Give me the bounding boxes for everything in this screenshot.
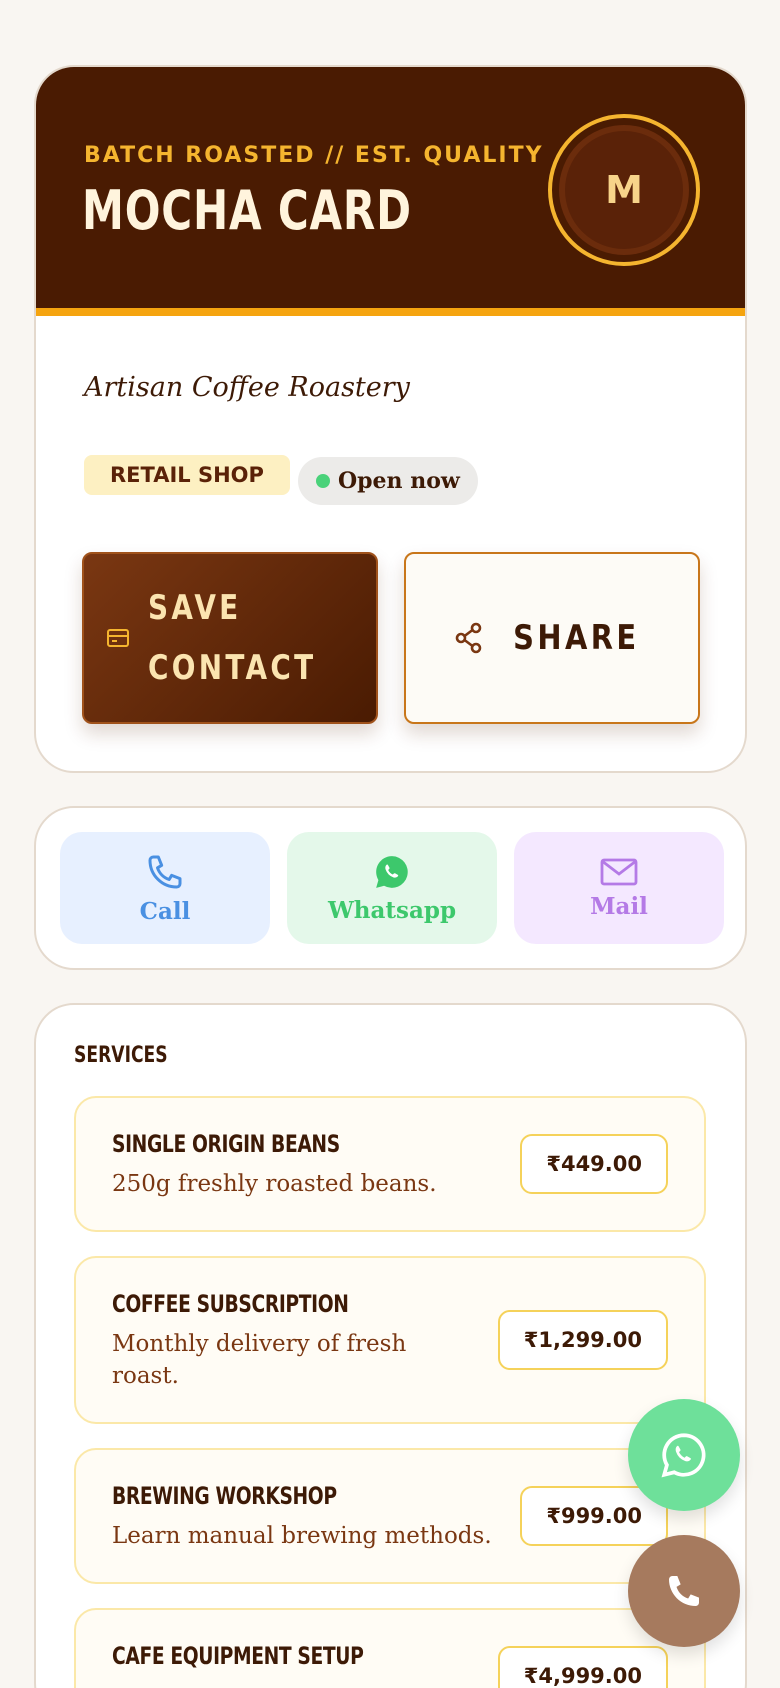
service-description: Learn manual brewing methods. xyxy=(112,1523,492,1549)
status-badge: Open now xyxy=(298,457,478,505)
whatsapp-icon xyxy=(659,1430,709,1480)
service-description: 250g freshly roasted beans. xyxy=(112,1171,437,1197)
save-contact-label: SAVE CONTACT xyxy=(148,588,317,688)
services-title: SERVICES xyxy=(74,1043,168,1068)
mail-action-button[interactable]: Mail xyxy=(514,832,724,944)
service-name: CAFE EQUIPMENT SETUP xyxy=(112,1642,364,1670)
avatar-initial: M xyxy=(559,125,689,255)
service-description: Monthly delivery of fresh xyxy=(112,1331,407,1357)
service-name: SINGLE ORIGIN BEANS xyxy=(112,1130,340,1158)
call-action-label: Call xyxy=(139,897,191,925)
phone-icon xyxy=(664,1571,704,1611)
mail-action-label: Mail xyxy=(590,892,648,920)
phone-icon xyxy=(145,852,185,892)
service-item[interactable]: BREWING WORKSHOP Learn manual brewing me… xyxy=(74,1448,706,1584)
whatsapp-action-label: Whatsapp xyxy=(327,896,457,924)
call-action-button[interactable]: Call xyxy=(60,832,270,944)
service-item[interactable]: COFFEE SUBSCRIPTION Monthly delivery of … xyxy=(74,1256,706,1424)
service-price: ₹449.00 xyxy=(520,1134,668,1194)
service-name: BREWING WORKSHOP xyxy=(112,1482,337,1510)
category-badge: RETAIL SHOP xyxy=(84,455,290,495)
share-label: SHARE xyxy=(512,618,640,658)
tagline: Artisan Coffee Roastery xyxy=(84,372,410,403)
eyebrow-text: BATCH ROASTED // EST. QUALITY xyxy=(84,143,544,168)
service-description-cont: roast. xyxy=(112,1363,179,1389)
service-price: ₹4,999.00 xyxy=(497,1646,668,1688)
save-contact-button[interactable]: SAVE CONTACT xyxy=(82,552,378,724)
share-icon xyxy=(454,622,484,654)
floating-whatsapp-button[interactable] xyxy=(628,1399,740,1511)
service-item[interactable]: CAFE EQUIPMENT SETUP ₹4,999.00 xyxy=(74,1608,706,1688)
quick-actions-card: Call Whatsapp Mail xyxy=(34,806,747,970)
service-item[interactable]: SINGLE ORIGIN BEANS 250g freshly roasted… xyxy=(74,1096,706,1232)
profile-card: BATCH ROASTED // EST. QUALITY MOCHA CARD… xyxy=(34,65,747,773)
profile-header: BATCH ROASTED // EST. QUALITY MOCHA CARD… xyxy=(36,67,745,316)
status-text: Open now xyxy=(338,468,460,494)
whatsapp-action-button[interactable]: Whatsapp xyxy=(287,832,497,944)
service-price: ₹1,299.00 xyxy=(497,1310,668,1370)
avatar: M xyxy=(548,114,700,266)
floating-call-button[interactable] xyxy=(628,1535,740,1647)
id-card-icon xyxy=(106,627,130,649)
business-card-page: BATCH ROASTED // EST. QUALITY MOCHA CARD… xyxy=(0,0,780,1688)
share-button[interactable]: SHARE xyxy=(404,552,700,724)
brand-title: MOCHA CARD xyxy=(82,179,412,242)
mail-icon xyxy=(599,857,639,887)
whatsapp-icon xyxy=(373,853,411,891)
service-name: COFFEE SUBSCRIPTION xyxy=(112,1290,349,1318)
status-dot-icon xyxy=(316,474,330,488)
